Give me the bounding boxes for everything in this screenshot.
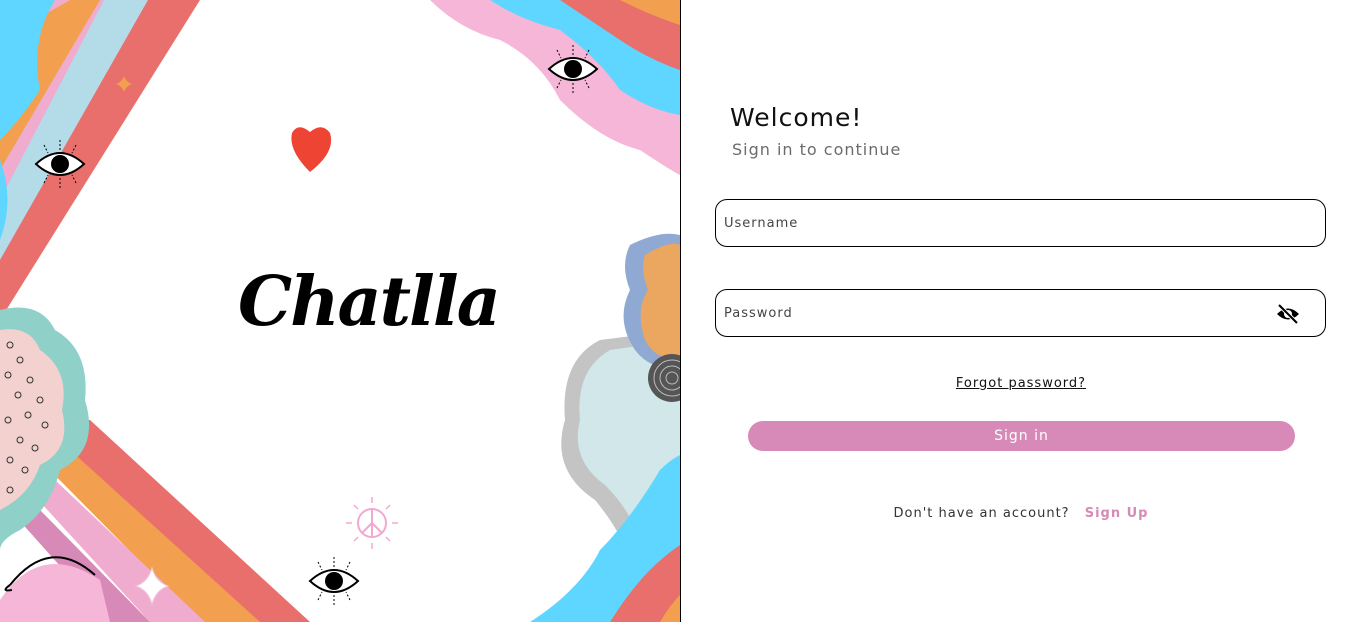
page-title: Welcome! <box>730 103 863 132</box>
forgot-password-link[interactable]: Forgot password? <box>956 376 1086 391</box>
forgot-password-row: Forgot password? <box>681 372 1361 391</box>
page-subtitle: Sign in to continue <box>732 140 902 159</box>
decorative-panel: Chatlla <box>0 0 680 622</box>
username-field <box>715 199 1326 247</box>
password-input[interactable] <box>716 290 1325 336</box>
sign-in-button[interactable]: Sign in <box>748 421 1295 451</box>
brand-logo: Chatlla <box>238 262 501 342</box>
no-account-text: Don't have an account? <box>893 506 1070 521</box>
eye-off-icon[interactable] <box>1275 302 1301 326</box>
sign-up-link[interactable]: Sign Up <box>1085 506 1149 521</box>
password-field <box>715 289 1326 337</box>
signup-row: Don't have an account? Sign Up <box>681 506 1361 521</box>
login-form: Welcome! Sign in to continue Forgot pass… <box>681 0 1361 622</box>
username-input[interactable] <box>716 200 1325 246</box>
